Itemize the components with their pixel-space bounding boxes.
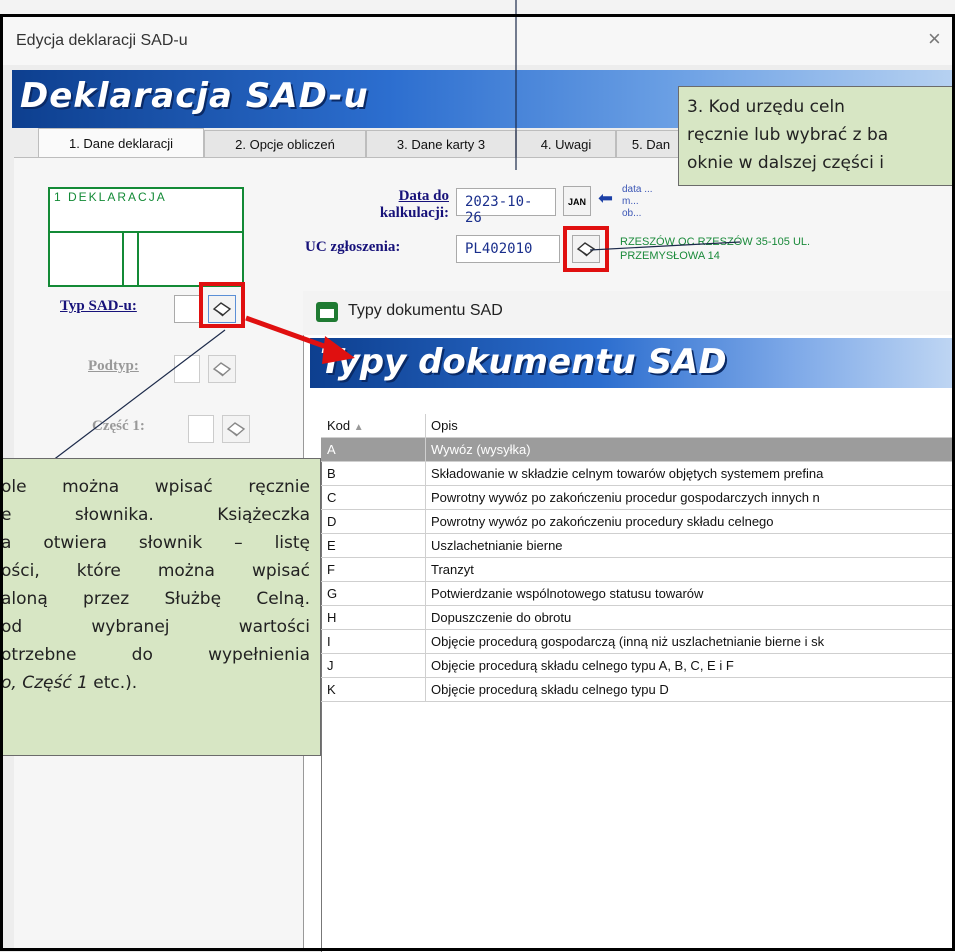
callout-line: a otwiera słownik – listę	[1, 533, 310, 553]
callout-uc-code: 3. Kod urzędu celn ręcznie lub wybrać z …	[678, 86, 955, 186]
callout-line: otrzebne do wypełnienia	[1, 645, 310, 665]
callout-line: 3. Kod urzędu celn	[687, 97, 845, 117]
declaration-divider	[48, 231, 244, 233]
czesc1-label: Część 1:	[92, 418, 145, 434]
table-row[interactable]: F Tranzyt	[321, 558, 955, 582]
table-row[interactable]: C Powrotny wywóz po zakończeniu procedur …	[321, 486, 955, 510]
declaration-title: 1 DEKLARACJA	[54, 190, 167, 204]
table-row[interactable]: E Uszlachetnianie bierne	[321, 534, 955, 558]
red-arrow	[245, 315, 355, 364]
table-row[interactable]: G Potwierdzanie wspólnotowego statusu tow…	[321, 582, 955, 606]
table-row[interactable]: H Dopuszczenie do obrotu	[321, 606, 955, 630]
typ-sad-highlight-box	[199, 282, 245, 328]
podtyp-label-text: Podtyp:	[88, 358, 139, 374]
arrow-left-icon: ⬅	[598, 188, 614, 208]
row-opis: Dopuszczenie do obrotu	[431, 610, 572, 625]
callout-line: ole można wpisać ręcznie	[1, 477, 310, 497]
callout-typ-sad: ole można wpisać ręcznie e słownika. Ksi…	[0, 458, 321, 756]
table-row[interactable]: D Powrotny wywóz po zakończeniu procedury…	[321, 510, 955, 534]
callout-line: o, Część 1 etc.).	[1, 673, 138, 693]
podtyp-dictionary-book-icon[interactable]	[208, 355, 236, 383]
row-kod: D	[327, 514, 337, 529]
sort-ascending-icon: ▲	[353, 422, 364, 433]
czesc1-dictionary-book-icon[interactable]	[222, 415, 250, 443]
row-opis: Składowanie w składzie celnym towarów ob…	[431, 466, 824, 481]
data-kalkulacji-label: Data do kalkulacji:	[375, 188, 449, 222]
table-row[interactable]: A Wywóz (wysyłka)	[321, 438, 955, 462]
tab-opcje-obliczen[interactable]: 2. Opcje obliczeń	[204, 130, 366, 158]
row-kod: E	[327, 538, 336, 553]
window-title: Edycja deklaracji SAD-u	[16, 32, 188, 49]
uc-description-line2: PRZEMYSŁOWA 14	[620, 250, 720, 262]
hint-text: ob...	[622, 208, 642, 219]
uc-zgloszenia-input[interactable]: PL402010	[456, 235, 560, 263]
row-opis: Potwierdzanie wspólnotowego statusu towa…	[431, 586, 704, 601]
row-opis: Tranzyt	[431, 562, 474, 577]
background-strip	[0, 0, 955, 14]
row-kod: B	[327, 466, 336, 481]
callout-line: ręcznie lub wybrać z ba	[687, 125, 889, 145]
podtyp-input[interactable]	[174, 355, 200, 383]
row-kod: J	[327, 658, 334, 673]
dialog-banner-title: Typy dokumentu SAD	[320, 342, 727, 382]
callout-line: ości, które można wpisać	[1, 561, 310, 581]
column-header-kod[interactable]: Kod ▲	[327, 418, 364, 433]
tab-dane-5[interactable]: 5. Dan	[616, 130, 686, 158]
data-label-line2: kalkulacji:	[379, 205, 449, 221]
row-opis: Powrotny wywóz po zakończeniu procedur g…	[431, 490, 820, 505]
podtyp-label: Podtyp:	[88, 358, 139, 375]
row-kod: F	[327, 562, 335, 577]
data-label-line1: Data do	[398, 188, 449, 204]
row-opis: Uszlachetnianie bierne	[431, 538, 563, 553]
table-row[interactable]: I Objęcie procedurą gospodarczą (inną niż…	[321, 630, 955, 654]
table-header: Kod ▲ Opis	[321, 414, 955, 438]
table-row[interactable]: J Objęcie procedurą składu celnego typu A…	[321, 654, 955, 678]
hint-text: m...	[622, 196, 639, 207]
data-kalkulacji-input[interactable]: 2023-10-26	[456, 188, 556, 226]
callout-line: e słownika. Książeczka	[1, 505, 310, 525]
row-kod: G	[327, 586, 338, 601]
table-row[interactable]: B Składowanie w składzie celnym towarów o…	[321, 462, 955, 486]
close-icon[interactable]: ×	[928, 26, 941, 52]
table-row[interactable]: K Objęcie procedurą składu celnego typu D	[321, 678, 955, 702]
header-title: Deklaracja SAD-u	[20, 76, 369, 116]
callout-line: aloną przez Służbę Celną.	[1, 589, 310, 609]
czesc1-input[interactable]	[188, 415, 214, 443]
typ-sad-label: Typ SAD-u:	[60, 298, 137, 315]
uc-highlight-box	[563, 226, 609, 272]
uc-zgloszenia-label: UC zgłoszenia:	[305, 239, 401, 255]
row-opis: Objęcie procedurą składu celnego typu D	[431, 682, 669, 697]
row-opis: Powrotny wywóz po zakończeniu procedury …	[431, 514, 774, 529]
calendar-icon[interactable]: JAN	[563, 186, 591, 216]
typ-sad-label-text: Typ SAD-u:	[60, 298, 137, 314]
dialog-title: Typy dokumentu SAD	[348, 302, 503, 319]
uc-description-line1: RZESZÓW OC RZESZÓW 35-105 UL.	[620, 236, 811, 248]
tab-dane-deklaracji[interactable]: 1. Dane deklaracji	[38, 128, 204, 158]
row-kod: H	[327, 610, 337, 625]
tab-dane-karty-3[interactable]: 3. Dane karty 3	[366, 130, 516, 158]
tab-uwagi[interactable]: 4. Uwagi	[516, 130, 616, 158]
callout-line: od wybranej wartości	[1, 617, 310, 637]
declaration-divider	[137, 231, 139, 287]
hint-text: data ...	[622, 184, 653, 195]
row-opis: Objęcie procedurą gospodarczą (inną niż …	[431, 634, 825, 649]
row-kod: A	[327, 442, 336, 457]
row-opis: Objęcie procedurą składu celnego typu A,…	[431, 658, 734, 673]
row-kod: K	[327, 682, 336, 697]
row-kod: C	[327, 490, 337, 505]
row-kod: I	[327, 634, 331, 649]
declaration-divider	[122, 231, 124, 287]
typ-sad-input[interactable]	[174, 295, 200, 323]
row-opis: Wywóz (wysyłka)	[431, 442, 531, 457]
callout-line: oknie w dalszej części i	[687, 153, 884, 173]
column-header-opis[interactable]: Opis	[431, 418, 458, 433]
